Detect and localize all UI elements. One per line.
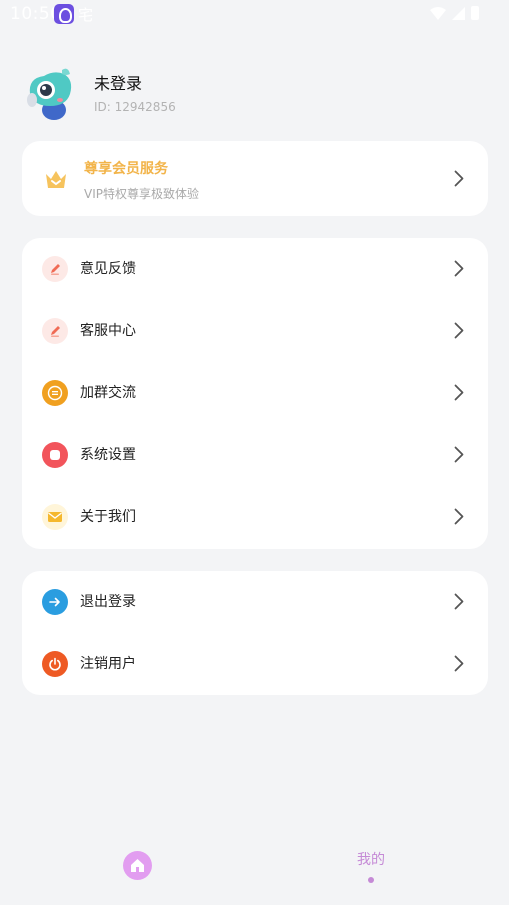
chevron-right-icon (454, 322, 464, 339)
menu-item-customer-service[interactable]: 客服中心 (22, 300, 488, 362)
menu-item-join-group[interactable]: 加群交流 (22, 362, 488, 424)
profile-header[interactable]: 未登录 ID: 12942856 (24, 66, 176, 122)
chevron-right-icon (454, 384, 464, 401)
mail-icon (42, 504, 68, 530)
app-notification-icon (54, 4, 74, 24)
logout-item[interactable]: 退出登录 (22, 571, 488, 633)
menu-item-label: 关于我们 (80, 509, 136, 525)
pencil-icon (42, 318, 68, 344)
active-tab-indicator (368, 877, 374, 883)
account-actions-card: 退出登录 注销用户 (22, 571, 488, 695)
nav-mine-tab[interactable]: 我的 (354, 850, 388, 883)
wifi-icon (430, 6, 446, 20)
status-icons (430, 6, 479, 20)
logout-label: 退出登录 (80, 594, 136, 610)
profile-text: 未登录 ID: 12942856 (94, 74, 176, 114)
vip-card[interactable]: 尊享会员服务 VIP特权尊享极致体验 (22, 141, 488, 216)
menu-item-label: 加群交流 (80, 385, 136, 401)
vip-subtitle: VIP特权尊享极致体验 (84, 187, 199, 201)
status-app-text: 宅 (78, 6, 94, 24)
profile-name[interactable]: 未登录 (94, 74, 176, 94)
pencil-icon (42, 256, 68, 282)
home-icon (131, 859, 144, 872)
status-bar: 10:50 宅 (0, 0, 509, 28)
battery-icon (471, 6, 479, 20)
menu-item-label: 系统设置 (80, 447, 136, 463)
chevron-right-icon (454, 655, 464, 672)
crown-icon (46, 171, 66, 188)
delete-account-label: 注销用户 (80, 656, 136, 672)
vip-title: 尊享会员服务 (84, 161, 168, 177)
menu-item-about[interactable]: 关于我们 (22, 486, 488, 548)
chat-icon (42, 380, 68, 406)
nav-mine-label: 我的 (357, 852, 385, 868)
avatar[interactable] (24, 66, 76, 122)
chevron-right-icon (454, 593, 464, 610)
power-icon (42, 651, 68, 677)
nav-home-tab[interactable] (123, 851, 152, 880)
signal-icon (452, 6, 465, 20)
bottom-nav: 我的 (0, 840, 509, 905)
chevron-right-icon (454, 446, 464, 463)
chevron-right-icon (454, 508, 464, 525)
menu-item-label: 意见反馈 (80, 261, 136, 277)
chevron-right-icon (454, 170, 464, 187)
chevron-right-icon (454, 260, 464, 277)
menu-item-label: 客服中心 (80, 323, 136, 339)
arrow-right-icon (42, 589, 68, 615)
menu-item-feedback[interactable]: 意见反馈 (22, 238, 488, 300)
menu-item-settings[interactable]: 系统设置 (22, 424, 488, 486)
settings-square-icon (42, 442, 68, 468)
delete-account-item[interactable]: 注销用户 (22, 633, 488, 695)
menu-card: 意见反馈 客服中心 加群交流 系统设置 关于我们 (22, 238, 488, 549)
profile-id: ID: 12942856 (94, 100, 176, 114)
